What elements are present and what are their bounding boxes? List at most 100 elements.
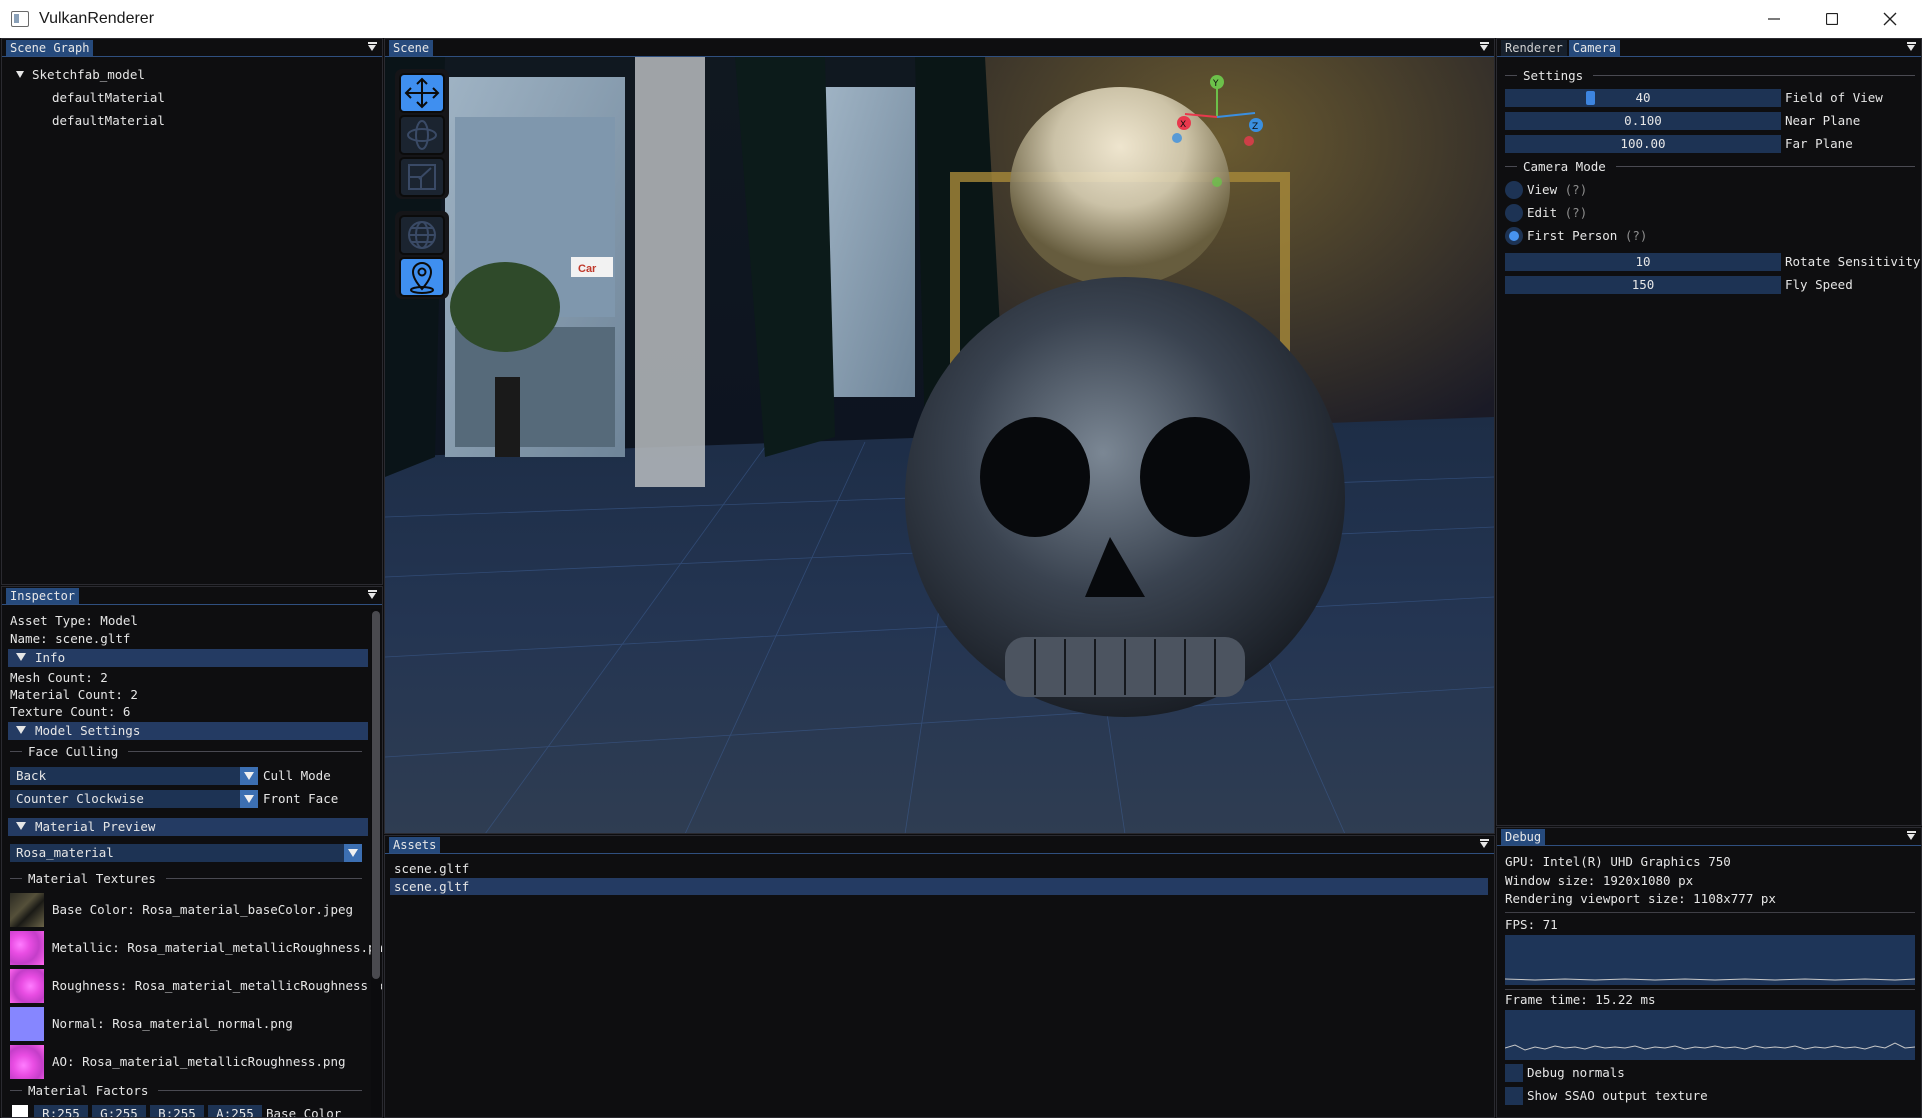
close-icon [1883, 12, 1897, 26]
scrollbar-grip[interactable] [372, 611, 380, 979]
info-header[interactable]: Info [8, 649, 368, 667]
first-person-mode-label[interactable]: First Person (?) [1527, 228, 1647, 243]
material-select[interactable]: Rosa_material [10, 844, 362, 862]
cull-mode-label: Cull Mode [263, 768, 331, 783]
tab-renderer[interactable]: Renderer [1501, 40, 1567, 56]
cull-mode-select[interactable]: Back [10, 767, 258, 785]
ao-thumbnail[interactable] [10, 1045, 44, 1079]
chevron-down-icon[interactable] [240, 767, 258, 785]
rotate-sensitivity-label: Rotate Sensitivity [1785, 254, 1921, 269]
scene-graph-panel: Scene Graph Sketchfab_model defaultMater… [1, 38, 383, 585]
near-plane-field[interactable]: 0.100 [1505, 112, 1781, 130]
base-color-a-field[interactable]: A:255 [208, 1105, 262, 1117]
mesh-count-text: Mesh Count: 2 [10, 670, 108, 685]
view-mode-label[interactable]: View (?) [1527, 182, 1587, 197]
tree-node-child[interactable]: defaultMaterial [52, 90, 165, 105]
asset-list-item[interactable]: scene.gltf [394, 861, 469, 876]
material-count-text: Material Count: 2 [10, 687, 138, 702]
show-ssao-checkbox[interactable] [1505, 1087, 1523, 1105]
tab-scene-graph[interactable]: Scene Graph [6, 40, 94, 56]
front-face-label: Front Face [263, 791, 339, 806]
camera-mode-label: Camera Mode [1523, 159, 1606, 174]
help-marker[interactable]: (?) [1565, 205, 1588, 220]
fov-label: Field of View [1785, 90, 1883, 105]
chevron-down-icon[interactable] [240, 790, 258, 808]
metallic-thumbnail[interactable] [10, 931, 44, 965]
x-axis-label: X [1180, 120, 1186, 130]
translate-icon [404, 77, 440, 109]
world-space-button[interactable] [399, 215, 445, 255]
settings-separator: Settings [1505, 68, 1915, 83]
tab-assets[interactable]: Assets [389, 837, 441, 853]
show-ssao-label[interactable]: Show SSAO output texture [1527, 1088, 1708, 1103]
model-settings-header[interactable]: Model Settings [8, 722, 368, 740]
far-plane-field[interactable]: 100.00 [1505, 135, 1781, 153]
field-of-view-slider[interactable]: 40 [1505, 89, 1781, 107]
selected-row-highlight [390, 878, 1488, 895]
material-preview-label: Material Preview [35, 819, 156, 834]
material-factors-label: Material Factors [28, 1083, 149, 1098]
edit-mode-text: Edit [1527, 205, 1558, 220]
gpu-text: GPU: Intel(R) UHD Graphics 750 [1505, 854, 1731, 869]
close-button[interactable] [1861, 0, 1919, 38]
panel-menu-icon[interactable] [1480, 839, 1489, 849]
front-face-select[interactable]: Counter Clockwise [10, 790, 258, 808]
base-color-r-field[interactable]: R:255 [34, 1105, 88, 1117]
panel-menu-icon[interactable] [1907, 831, 1916, 841]
tab-inspector[interactable]: Inspector [6, 588, 80, 604]
location-pin-icon [410, 262, 434, 294]
base-color-thumbnail[interactable] [10, 893, 44, 927]
first-person-mode-radio[interactable] [1505, 227, 1523, 245]
panel-menu-icon[interactable] [1480, 42, 1489, 52]
debug-normals-checkbox[interactable] [1505, 1064, 1523, 1082]
panel-menu-icon[interactable] [368, 590, 377, 600]
inspector-tabbar: Inspector [2, 587, 382, 605]
far-plane-label: Far Plane [1785, 136, 1853, 151]
edit-mode-label[interactable]: Edit (?) [1527, 205, 1587, 220]
maximize-button[interactable] [1803, 0, 1861, 38]
rotate-sensitivity-field[interactable]: 10 [1505, 253, 1781, 271]
debug-normals-label[interactable]: Debug normals [1527, 1065, 1625, 1080]
help-marker[interactable]: (?) [1625, 228, 1648, 243]
fly-speed-field[interactable]: 150 [1505, 276, 1781, 294]
panel-menu-icon[interactable] [368, 42, 377, 52]
fps-plot[interactable] [1504, 935, 1916, 985]
y-axis-label: Y [1212, 79, 1219, 89]
slider-grab[interactable] [1585, 91, 1595, 105]
panel-menu-icon[interactable] [1907, 42, 1916, 52]
view-mode-radio[interactable] [1505, 181, 1523, 199]
tab-camera[interactable]: Camera [1568, 40, 1621, 56]
material-factors-separator: Material Factors [10, 1083, 362, 1098]
frame-time-plot[interactable] [1504, 1010, 1916, 1060]
fly-speed-label: Fly Speed [1785, 277, 1853, 292]
base-color-g-field[interactable]: G:255 [92, 1105, 146, 1117]
edit-mode-radio[interactable] [1505, 204, 1523, 222]
translate-button[interactable] [399, 73, 445, 113]
tree-node-child[interactable]: defaultMaterial [52, 113, 165, 128]
roughness-thumbnail[interactable] [10, 969, 44, 1003]
app-icon [11, 11, 29, 27]
base-color-b-field[interactable]: B:255 [150, 1105, 204, 1117]
rotate-button[interactable] [399, 115, 445, 155]
tab-scene[interactable]: Scene [389, 40, 434, 56]
debug-tabbar: Debug [1497, 828, 1921, 846]
minimize-button[interactable] [1745, 0, 1803, 38]
base-color-swatch[interactable] [12, 1105, 28, 1117]
texture-count-text: Texture Count: 6 [10, 704, 131, 719]
chevron-down-icon[interactable] [344, 844, 362, 862]
local-space-button[interactable] [399, 257, 445, 297]
normal-thumbnail[interactable] [10, 1007, 44, 1041]
scene-render-viewport[interactable]: Car Y X Z [385, 57, 1494, 834]
tree-node-root[interactable]: Sketchfab_model [16, 67, 145, 82]
help-marker[interactable]: (?) [1565, 182, 1588, 197]
debug-panel: Debug GPU: Intel(R) UHD Graphics 750 Win… [1496, 827, 1922, 1118]
expand-arrow-icon[interactable] [16, 71, 24, 78]
scene-graph-tabbar: Scene Graph [2, 39, 382, 57]
tab-debug[interactable]: Debug [1501, 829, 1546, 845]
scene-panel: Scene Car Y X Z [384, 38, 1495, 834]
scale-button[interactable] [399, 157, 445, 197]
asset-list-item-selected[interactable]: scene.gltf [394, 879, 469, 894]
billboard-text: Car [578, 263, 597, 275]
material-preview-header[interactable]: Material Preview [8, 818, 368, 836]
inspector-scrollbar[interactable] [371, 609, 381, 1117]
